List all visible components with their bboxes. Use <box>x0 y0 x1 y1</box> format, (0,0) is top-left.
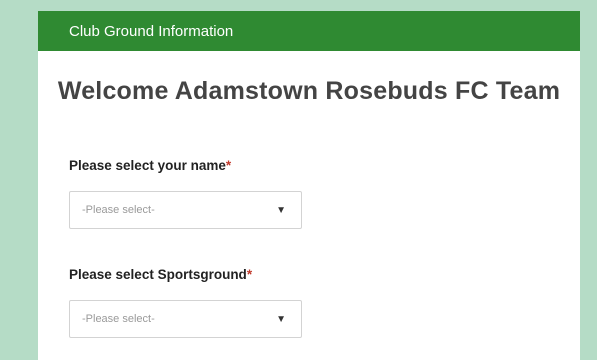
header-title: Club Ground Information <box>69 22 234 40</box>
name-select-value: -Please select- <box>82 204 155 216</box>
form-header: Club Ground Information <box>38 11 580 51</box>
required-marker: * <box>246 267 253 282</box>
name-field-label-text: Please select your name <box>69 158 226 173</box>
chevron-down-icon: ▼ <box>276 205 286 217</box>
chevron-down-icon: ▼ <box>276 314 286 326</box>
welcome-heading: Welcome Adamstown Rosebuds FC Team <box>57 77 561 105</box>
name-select[interactable]: -Please select- ▼ <box>69 191 302 229</box>
sportsground-select[interactable]: -Please select- ▼ <box>69 300 302 338</box>
sportsground-field-label-text: Please select Sportsground <box>69 267 247 282</box>
name-field-label: Please select your name* <box>69 158 231 173</box>
sportsground-select-value: -Please select- <box>82 313 155 325</box>
sportsground-field-label: Please select Sportsground* <box>69 267 252 282</box>
required-marker: * <box>225 158 232 173</box>
form-card: Club Ground Information Welcome Adamstow… <box>38 11 580 360</box>
